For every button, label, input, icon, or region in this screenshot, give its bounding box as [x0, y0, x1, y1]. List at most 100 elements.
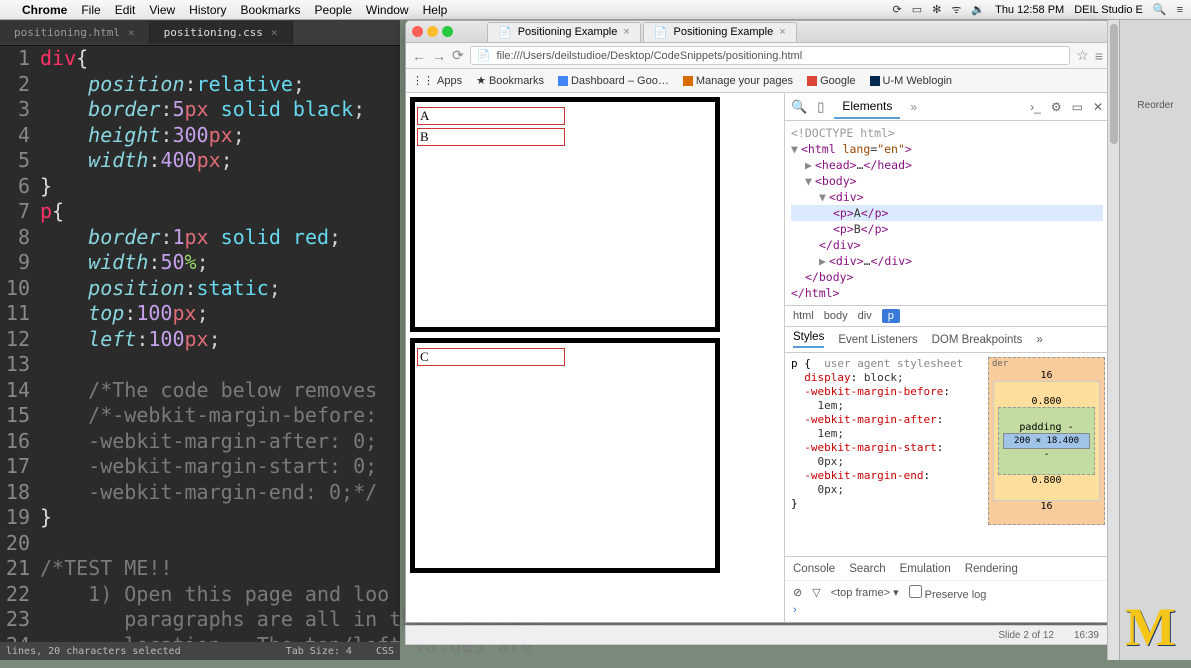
bookmark-item[interactable]: U-M Weblogin [870, 75, 953, 87]
bookmark-apps[interactable]: ⋮⋮ Apps [412, 74, 462, 87]
editor-status-bar: lines, 20 characters selected Tab Size: … [0, 642, 400, 660]
display-icon: ▭ [912, 3, 922, 16]
browser-titlebar: 📄 Positioning Example × 📄 Positioning Ex… [406, 21, 1109, 43]
url-text: file:///Users/deilstudioe/Desktop/CodeSn… [496, 50, 802, 62]
devtools-panel: 🔍 ▯ Elements » ›_ ⚙ ▭ ✕ <!DOCTYPE html> … [784, 93, 1109, 622]
tab-elements[interactable]: Elements [834, 95, 900, 119]
filter-icon[interactable]: ▽ [812, 586, 820, 599]
browser-toolbar: ← → ⟳ 📄 file:///Users/deilstudioe/Deskto… [406, 43, 1109, 69]
editor-tab-bar: positioning.html× positioning.css× [0, 20, 400, 46]
console-toolbar: ⊘ ▽ <top frame> ▾ Preserve log [785, 580, 1109, 604]
console-prompt[interactable]: › [785, 604, 1109, 622]
menu-help[interactable]: Help [423, 3, 448, 17]
page-viewport: A B C [406, 93, 786, 622]
tab-styles[interactable]: Styles [793, 331, 824, 348]
wifi-icon: ᯤ [951, 2, 961, 17]
dom-tree[interactable]: <!DOCTYPE html> ▼<html lang="en"> ▶<head… [785, 121, 1109, 305]
app-name[interactable]: Chrome [22, 3, 67, 17]
dom-breadcrumb[interactable]: html body div p [785, 305, 1109, 327]
tab-search[interactable]: Search [849, 563, 885, 575]
close-icon[interactable]: × [271, 26, 278, 39]
browser-tab[interactable]: 📄 Positioning Example × [487, 22, 641, 42]
paragraph-c: C [417, 348, 565, 366]
box-model: 16 der 0.800 padding - 200 × 18.400 - 0.… [984, 353, 1109, 556]
star-icon[interactable]: ☆ [1076, 47, 1089, 64]
bookmark-item[interactable]: Manage your pages [683, 75, 793, 87]
device-icon[interactable]: ▯ [817, 99, 824, 115]
clock: Thu 12:58 PM [995, 4, 1064, 16]
preserve-log-checkbox[interactable]: Preserve log [909, 585, 987, 601]
volume-icon: 🔉 [971, 3, 985, 16]
styles-tabs: Styles Event Listeners DOM Breakpoints » [785, 327, 1109, 353]
file-icon: 📄 [477, 49, 491, 62]
bookmark-item[interactable]: Dashboard – Goo… [558, 75, 669, 87]
michigan-logo: M [1125, 596, 1173, 658]
clear-icon[interactable]: ⊘ [793, 586, 802, 599]
line-gutter: 1 2 3 4 5 6 7 8 9 10 11 12 13 14 15 16 1… [0, 46, 36, 658]
scrollbar[interactable] [1107, 20, 1119, 660]
menu-people[interactable]: People [315, 3, 352, 17]
slide-counter: Slide 2 of 12 [998, 630, 1054, 641]
editor-tab-html[interactable]: positioning.html× [0, 21, 150, 44]
tab-event-listeners[interactable]: Event Listeners [838, 334, 917, 346]
bookmarks-bar: ⋮⋮ Apps ★ Bookmarks Dashboard – Goo… Man… [406, 69, 1109, 93]
mac-menubar: Chrome File Edit View History Bookmarks … [0, 0, 1191, 20]
menu-history[interactable]: History [189, 3, 226, 17]
divider-icon: ✻ [932, 3, 941, 16]
menu-bookmarks[interactable]: Bookmarks [241, 3, 301, 17]
slide-time: 16:39 [1074, 630, 1099, 641]
frame-select[interactable]: <top frame> ▾ [831, 586, 899, 599]
chevron-icon[interactable]: » [1036, 334, 1042, 346]
close-icon[interactable]: × [623, 26, 629, 38]
paragraph-b: B [417, 128, 565, 146]
tab-console[interactable]: Console [793, 563, 835, 575]
right-sidebar: Reorder [1119, 20, 1191, 660]
dock-icon[interactable]: ▭ [1072, 100, 1083, 114]
forward-icon[interactable]: → [432, 48, 446, 64]
back-icon[interactable]: ← [412, 48, 426, 64]
editor-tab-css[interactable]: positioning.css× [150, 21, 293, 44]
console-drawer-tabs: Console Search Emulation Rendering [785, 556, 1109, 580]
styles-pane: p { user agent stylesheet display: block… [785, 353, 1109, 556]
code-area[interactable]: div{ position:relative; border:5px solid… [40, 46, 400, 658]
menu-icon[interactable]: ≡ [1177, 4, 1183, 16]
chrome-window: 📄 Positioning Example × 📄 Positioning Ex… [405, 20, 1110, 623]
menu-window[interactable]: Window [366, 3, 409, 17]
user-label: DEIL Studio E [1074, 4, 1143, 16]
close-icon[interactable]: ✕ [1093, 100, 1103, 114]
demo-box-1: A B [410, 97, 720, 332]
menu-icon[interactable]: ≡ [1095, 48, 1103, 64]
reorder-label[interactable]: Reorder [1120, 20, 1191, 115]
gear-icon[interactable]: ⚙ [1051, 100, 1062, 114]
menu-file[interactable]: File [81, 3, 100, 17]
url-bar[interactable]: 📄 file:///Users/deilstudioe/Desktop/Code… [470, 46, 1071, 65]
console-icon[interactable]: ›_ [1030, 100, 1041, 114]
css-rules[interactable]: p { user agent stylesheet display: block… [785, 353, 984, 556]
reload-icon[interactable]: ⟳ [452, 47, 464, 64]
tab-rendering[interactable]: Rendering [965, 563, 1018, 575]
inspect-icon[interactable]: 🔍 [791, 99, 807, 115]
chevron-icon[interactable]: » [910, 100, 917, 114]
slide-status-bar: Slide 2 of 12 16:39 [405, 625, 1110, 645]
bookmark-item[interactable]: Google [807, 75, 855, 87]
browser-tab[interactable]: 📄 Positioning Example × [643, 22, 797, 42]
tab-dom-breakpoints[interactable]: DOM Breakpoints [932, 334, 1023, 346]
status-selection: lines, 20 characters selected [6, 646, 181, 657]
demo-box-2: C [410, 338, 720, 573]
close-icon[interactable]: × [128, 26, 135, 39]
traffic-light-max[interactable] [442, 26, 453, 37]
tab-emulation[interactable]: Emulation [900, 563, 951, 575]
status-tabsize[interactable]: Tab Size: 4 [286, 646, 352, 657]
bookmark-folder[interactable]: ★ Bookmarks [476, 74, 544, 87]
status-lang[interactable]: CSS [376, 646, 394, 657]
box-content: 200 × 18.400 [1003, 433, 1090, 449]
paragraph-a: A [417, 107, 565, 125]
status-icon: ⟳ [893, 3, 902, 16]
traffic-light-min[interactable] [427, 26, 438, 37]
traffic-light-close[interactable] [412, 26, 423, 37]
menu-view[interactable]: View [149, 3, 175, 17]
close-icon[interactable]: × [779, 26, 785, 38]
menu-edit[interactable]: Edit [115, 3, 136, 17]
code-editor-window: positioning.html× positioning.css× 1 2 3… [0, 20, 400, 660]
spotlight-icon[interactable]: 🔍 [1153, 3, 1167, 16]
